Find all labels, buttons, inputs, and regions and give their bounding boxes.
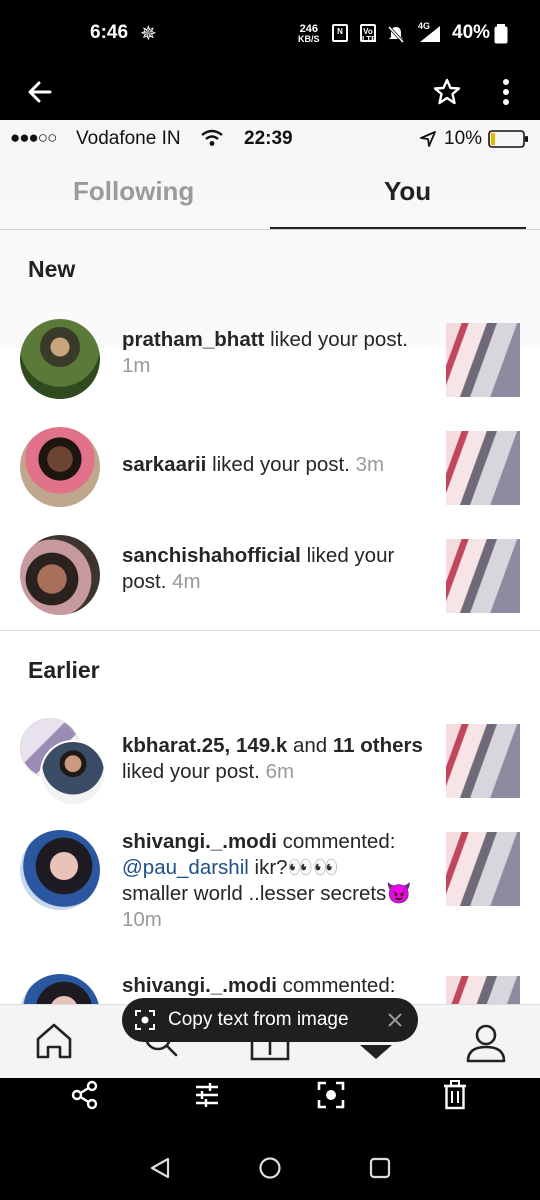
notification-text: shivangi._.modi commented: [122, 974, 396, 997]
star-icon[interactable] [432, 77, 462, 107]
active-tab-indicator [270, 227, 526, 229]
section-new-title: New [28, 256, 76, 282]
viewer-action-bar [0, 1078, 540, 1122]
ios-time: 22:39 [244, 128, 293, 149]
avatar[interactable] [20, 830, 100, 910]
system-battery: 40% [452, 22, 491, 43]
post-thumbnail[interactable] [446, 539, 520, 613]
notification-text: kbharat.25, 149.k and 11 others liked yo… [122, 734, 423, 783]
location-arrow-icon [420, 131, 436, 147]
list-item[interactable]: pratham_bhatt liked your post. 1m [0, 315, 540, 405]
tabs-divider [0, 229, 540, 230]
system-time: 6:46 [90, 22, 129, 43]
mention-link[interactable]: @pau_darshil [122, 856, 249, 879]
section-divider [0, 630, 540, 631]
post-thumbnail[interactable] [446, 431, 520, 505]
tab-you[interactable]: You [384, 176, 431, 207]
profile-icon[interactable] [464, 1021, 508, 1065]
notification-text: shivangi._.modi commented: @pau_darshil … [122, 830, 412, 931]
timestamp: 3m [355, 453, 385, 476]
username[interactable]: sanchishahofficial [122, 544, 301, 567]
signal-icon [420, 26, 440, 42]
avatar[interactable] [20, 535, 100, 615]
ios-battery-icon [488, 130, 528, 148]
copy-text-pill[interactable]: Copy text from image [122, 998, 418, 1042]
edit-icon[interactable] [192, 1080, 222, 1110]
nav-back-icon[interactable] [148, 1156, 172, 1180]
list-item[interactable]: kbharat.25, 149.k and 11 others liked yo… [0, 718, 540, 808]
ios-status-bar: ●●●○○ Vodafone IN 22:39 10% [0, 120, 540, 160]
list-item[interactable]: sarkaarii liked your post. 3m [0, 423, 540, 513]
nfc-icon: N [332, 24, 348, 42]
timestamp: 6m [265, 760, 295, 783]
close-icon[interactable] [388, 1013, 402, 1027]
list-item[interactable]: shivangi._.modi commented: @pau_darshil … [0, 826, 540, 956]
timestamp: 1m [122, 354, 151, 377]
ios-signal-dots: ●●●○○ [10, 128, 57, 147]
notification-text: sarkaarii liked your post. 3m [122, 453, 385, 476]
net-speed: 246 KB/S [298, 23, 320, 44]
eyes-emoji: 👀👀 [287, 856, 339, 879]
username[interactable]: sarkaarii [122, 453, 206, 476]
timestamp: 4m [172, 570, 201, 593]
notification-text: sanchishahofficial liked your post. 4m [122, 544, 395, 593]
notification-text: pratham_bhatt liked your post. 1m [122, 328, 408, 377]
nav-recents-icon[interactable] [368, 1156, 392, 1180]
ios-carrier: Vodafone IN [76, 128, 181, 149]
post-thumbnail[interactable] [446, 832, 520, 906]
username[interactable]: kbharat.25, 149.k [122, 734, 287, 757]
nav-home-icon[interactable] [258, 1156, 282, 1180]
list-item[interactable]: sanchishahofficial liked your post. 4m [0, 531, 540, 621]
avatar[interactable] [40, 740, 106, 806]
devil-emoji: 😈 [386, 882, 412, 905]
heart-icon[interactable] [358, 1043, 394, 1061]
battery-icon [494, 24, 508, 44]
system-status-bar: 6:46 ✵ 246 KB/S N Vo LTE 4G 40% [0, 0, 540, 68]
post-thumbnail[interactable] [446, 323, 520, 397]
more-vert-icon[interactable] [498, 78, 514, 106]
username[interactable]: pratham_bhatt [122, 328, 264, 351]
settings-sync-icon: ✵ [140, 23, 157, 45]
post-thumbnail[interactable] [446, 724, 520, 798]
avatar[interactable] [20, 319, 100, 399]
delete-icon[interactable] [442, 1080, 468, 1110]
android-navigation-bar [0, 1130, 540, 1200]
avatar[interactable] [20, 427, 100, 507]
copy-text-label[interactable]: Copy text from image [168, 1009, 349, 1031]
ios-battery-text: 10% [444, 128, 483, 149]
home-icon[interactable] [34, 1021, 74, 1061]
viewer-top-bar [0, 68, 540, 120]
text-select-icon [135, 1010, 155, 1030]
timestamp: 10m [122, 908, 162, 931]
volte-icon: Vo LTE [360, 24, 377, 44]
username[interactable]: shivangi._.modi [122, 974, 277, 997]
back-arrow-icon[interactable] [26, 78, 54, 106]
username[interactable]: shivangi._.modi [122, 830, 277, 853]
share-icon[interactable] [70, 1080, 100, 1110]
mute-bell-icon [387, 25, 405, 44]
wifi-icon [201, 129, 223, 146]
lens-icon[interactable] [316, 1080, 346, 1110]
section-earlier-title: Earlier [28, 657, 100, 683]
screenshot-image: ●●●○○ Vodafone IN 22:39 10% Following Yo… [0, 120, 540, 1078]
tab-following[interactable]: Following [73, 176, 194, 207]
